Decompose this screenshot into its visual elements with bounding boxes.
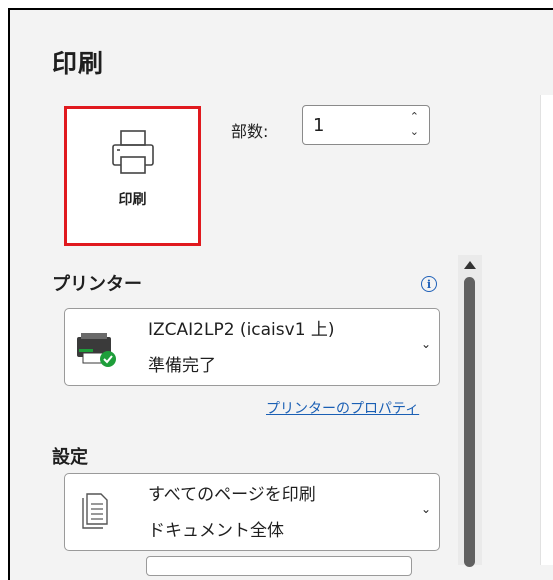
copies-stepper[interactable]: 1 ⌃ ⌄: [302, 105, 430, 145]
printer-properties-link[interactable]: プリンターのプロパティ: [266, 398, 419, 418]
settings-section-title: 設定: [52, 447, 88, 468]
copies-label: 部数:: [231, 122, 269, 141]
preview-pane: [540, 95, 553, 565]
page-range-title: すべてのページを印刷: [148, 485, 316, 505]
page-title: 印刷: [52, 49, 105, 78]
chevron-down-icon: ⌄: [420, 337, 431, 351]
scroll-up-icon[interactable]: [464, 261, 476, 269]
printer-icon: [112, 130, 154, 174]
info-icon[interactable]: i: [421, 276, 437, 292]
printer-name: IZCAI2LP2 (icaisv1 上): [148, 320, 335, 340]
next-setting-dropdown[interactable]: [146, 556, 412, 576]
scrollbar[interactable]: [458, 255, 482, 567]
copies-value[interactable]: 1: [313, 115, 324, 136]
page-range-dropdown[interactable]: すべてのページを印刷 ドキュメント全体 ⌄: [64, 473, 440, 551]
chevron-down-icon: ⌄: [420, 502, 431, 516]
page-range-subtitle: ドキュメント全体: [148, 521, 284, 541]
printer-section-title: プリンター: [52, 274, 142, 295]
print-button[interactable]: 印刷: [64, 106, 201, 246]
scrollbar-thumb[interactable]: [464, 277, 475, 567]
decrement-icon[interactable]: ⌄: [410, 126, 419, 137]
increment-icon[interactable]: ⌃: [410, 111, 419, 122]
printer-status: 準備完了: [148, 356, 216, 376]
document-icon: [82, 493, 108, 529]
print-button-label: 印刷: [118, 192, 147, 208]
printer-dropdown[interactable]: IZCAI2LP2 (icaisv1 上) 準備完了 ⌄: [64, 308, 440, 386]
printer-ready-icon: [77, 333, 116, 367]
